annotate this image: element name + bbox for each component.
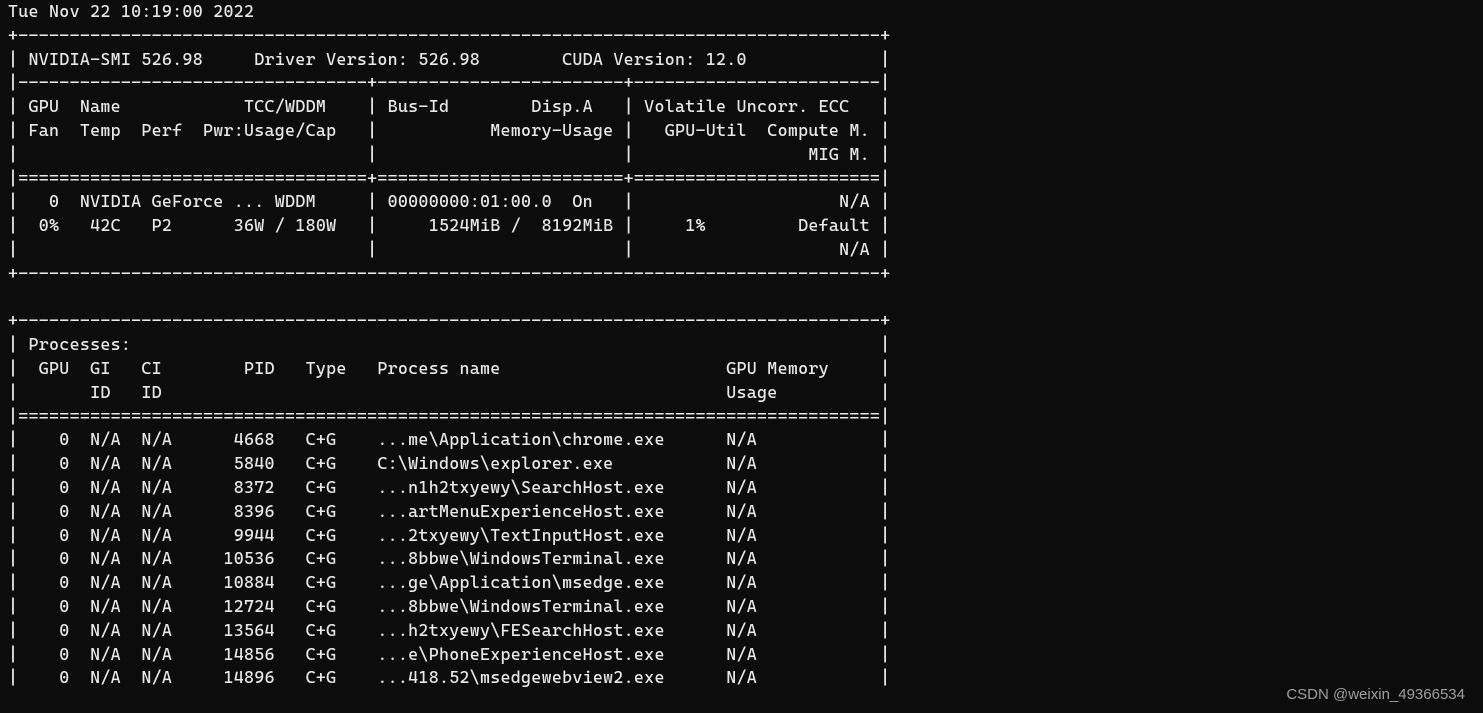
terminal-output: Tue Nov 22 10:19:00 2022 +--------------… [0,0,1483,690]
